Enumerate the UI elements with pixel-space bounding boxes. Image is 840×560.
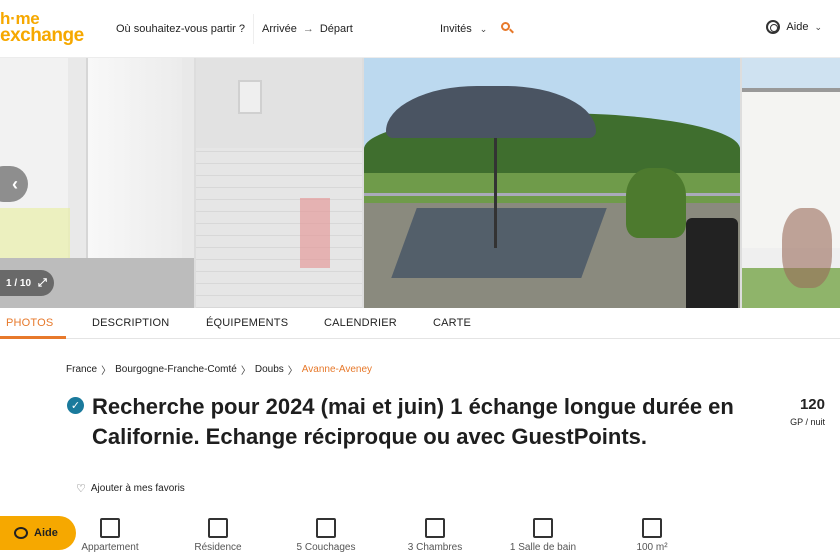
area-icon	[642, 518, 662, 538]
listing-tabs: PHOTOS DESCRIPTION ÉQUIPEMENTS CALENDRIE…	[0, 308, 840, 339]
destination-input[interactable]: Où souhaitez-vous partir ?	[108, 14, 254, 44]
feature-label: 100 m²	[636, 542, 668, 553]
feature-residence: Résidence	[173, 518, 263, 553]
chevron-down-icon: ⌄	[814, 21, 822, 32]
expand-icon: ⤢	[38, 276, 47, 289]
listing-title: Recherche pour 2024 (mai et juin) 1 écha…	[92, 394, 734, 449]
guests-label: Invités	[440, 23, 472, 35]
logo-line2: exchange	[0, 25, 84, 46]
feature-label: 1 Salle de bain	[509, 542, 577, 553]
date-range[interactable]: Arrivée → Départ	[254, 23, 424, 35]
site-header: h·me exchange Où souhaitez-vous partir ?…	[0, 0, 840, 58]
tab-description[interactable]: DESCRIPTION	[92, 317, 169, 329]
help-menu[interactable]: Aide ⌄	[766, 20, 822, 34]
price-block: 120 GP / nuit	[790, 396, 825, 427]
tab-photos[interactable]: PHOTOS	[6, 317, 53, 329]
price-unit: GP / nuit	[790, 417, 825, 427]
breadcrumb-department[interactable]: Doubs	[255, 364, 284, 375]
feature-area: 100 m²	[607, 518, 697, 553]
tab-carte[interactable]: CARTE	[433, 317, 471, 329]
chat-label: Aide	[34, 527, 58, 539]
feature-label: Résidence	[194, 542, 242, 553]
chevron-right-icon: 〉	[240, 366, 251, 377]
photo-gallery[interactable]: ‹ 1 / 10 ⤢	[0, 58, 840, 308]
departure-field[interactable]: Départ	[320, 23, 353, 35]
photo-terrace[interactable]	[364, 58, 740, 308]
homeexchange-logo[interactable]: h·me exchange	[0, 10, 84, 45]
search-icon[interactable]	[500, 21, 516, 37]
heart-icon: ♡	[76, 483, 86, 495]
active-tab-indicator	[0, 336, 66, 339]
photo-exterior[interactable]	[742, 58, 840, 308]
breadcrumb-region[interactable]: Bourgogne-Franche-Comté	[115, 364, 237, 375]
help-label: Aide	[786, 21, 809, 33]
price-value: 120	[799, 396, 825, 413]
feature-label: 3 Chambres	[407, 542, 463, 553]
arrow-right-icon: →	[302, 23, 314, 35]
chat-bubble-icon	[14, 527, 28, 539]
arrival-field[interactable]: Arrivée	[262, 23, 297, 35]
apartment-icon	[100, 518, 120, 538]
feature-label: Appartement	[81, 542, 139, 553]
guests-select[interactable]: Invités ⌄	[424, 23, 488, 35]
photo-counter[interactable]: 1 / 10 ⤢	[0, 270, 54, 296]
photo-count: 1 / 10	[6, 277, 32, 289]
bed-icon	[316, 518, 336, 538]
help-chat-button[interactable]: Aide	[0, 516, 76, 550]
feature-bedrooms: 3 Chambres	[390, 518, 480, 553]
feature-label: 5 Couchages	[296, 542, 356, 553]
tab-calendrier[interactable]: CALENDRIER	[324, 317, 397, 329]
breadcrumb: France 〉 Bourgogne-Franche-Comté 〉 Doubs…	[66, 362, 372, 377]
feature-beds: 5 Couchages	[281, 518, 371, 553]
chevron-right-icon: 〉	[101, 366, 112, 377]
favorite-label: Ajouter à mes favoris	[90, 483, 185, 494]
chevron-right-icon: 〉	[287, 366, 298, 377]
breadcrumb-city[interactable]: Avanne-Aveney	[302, 364, 372, 375]
chevron-left-icon: ‹	[12, 173, 18, 194]
verified-check-icon: ✓	[67, 397, 84, 414]
lifebuoy-icon	[766, 20, 781, 34]
breadcrumb-country[interactable]: France	[66, 364, 97, 375]
chevron-down-icon: ⌄	[479, 23, 488, 34]
photo-bathroom[interactable]	[196, 58, 362, 308]
add-to-favorites-button[interactable]: ♡ Ajouter à mes favoris	[76, 482, 185, 495]
residence-icon	[208, 518, 228, 538]
feature-type: Appartement	[65, 518, 155, 553]
tab-equipements[interactable]: ÉQUIPEMENTS	[206, 317, 288, 329]
search-bar: Où souhaitez-vous partir ? Arrivée → Dép…	[108, 12, 520, 46]
listing-features: Appartement Résidence 5 Couchages 3 Cham…	[0, 518, 840, 560]
bath-icon	[533, 518, 553, 538]
door-icon	[425, 518, 445, 538]
feature-bathrooms: 1 Salle de bain	[498, 518, 588, 553]
